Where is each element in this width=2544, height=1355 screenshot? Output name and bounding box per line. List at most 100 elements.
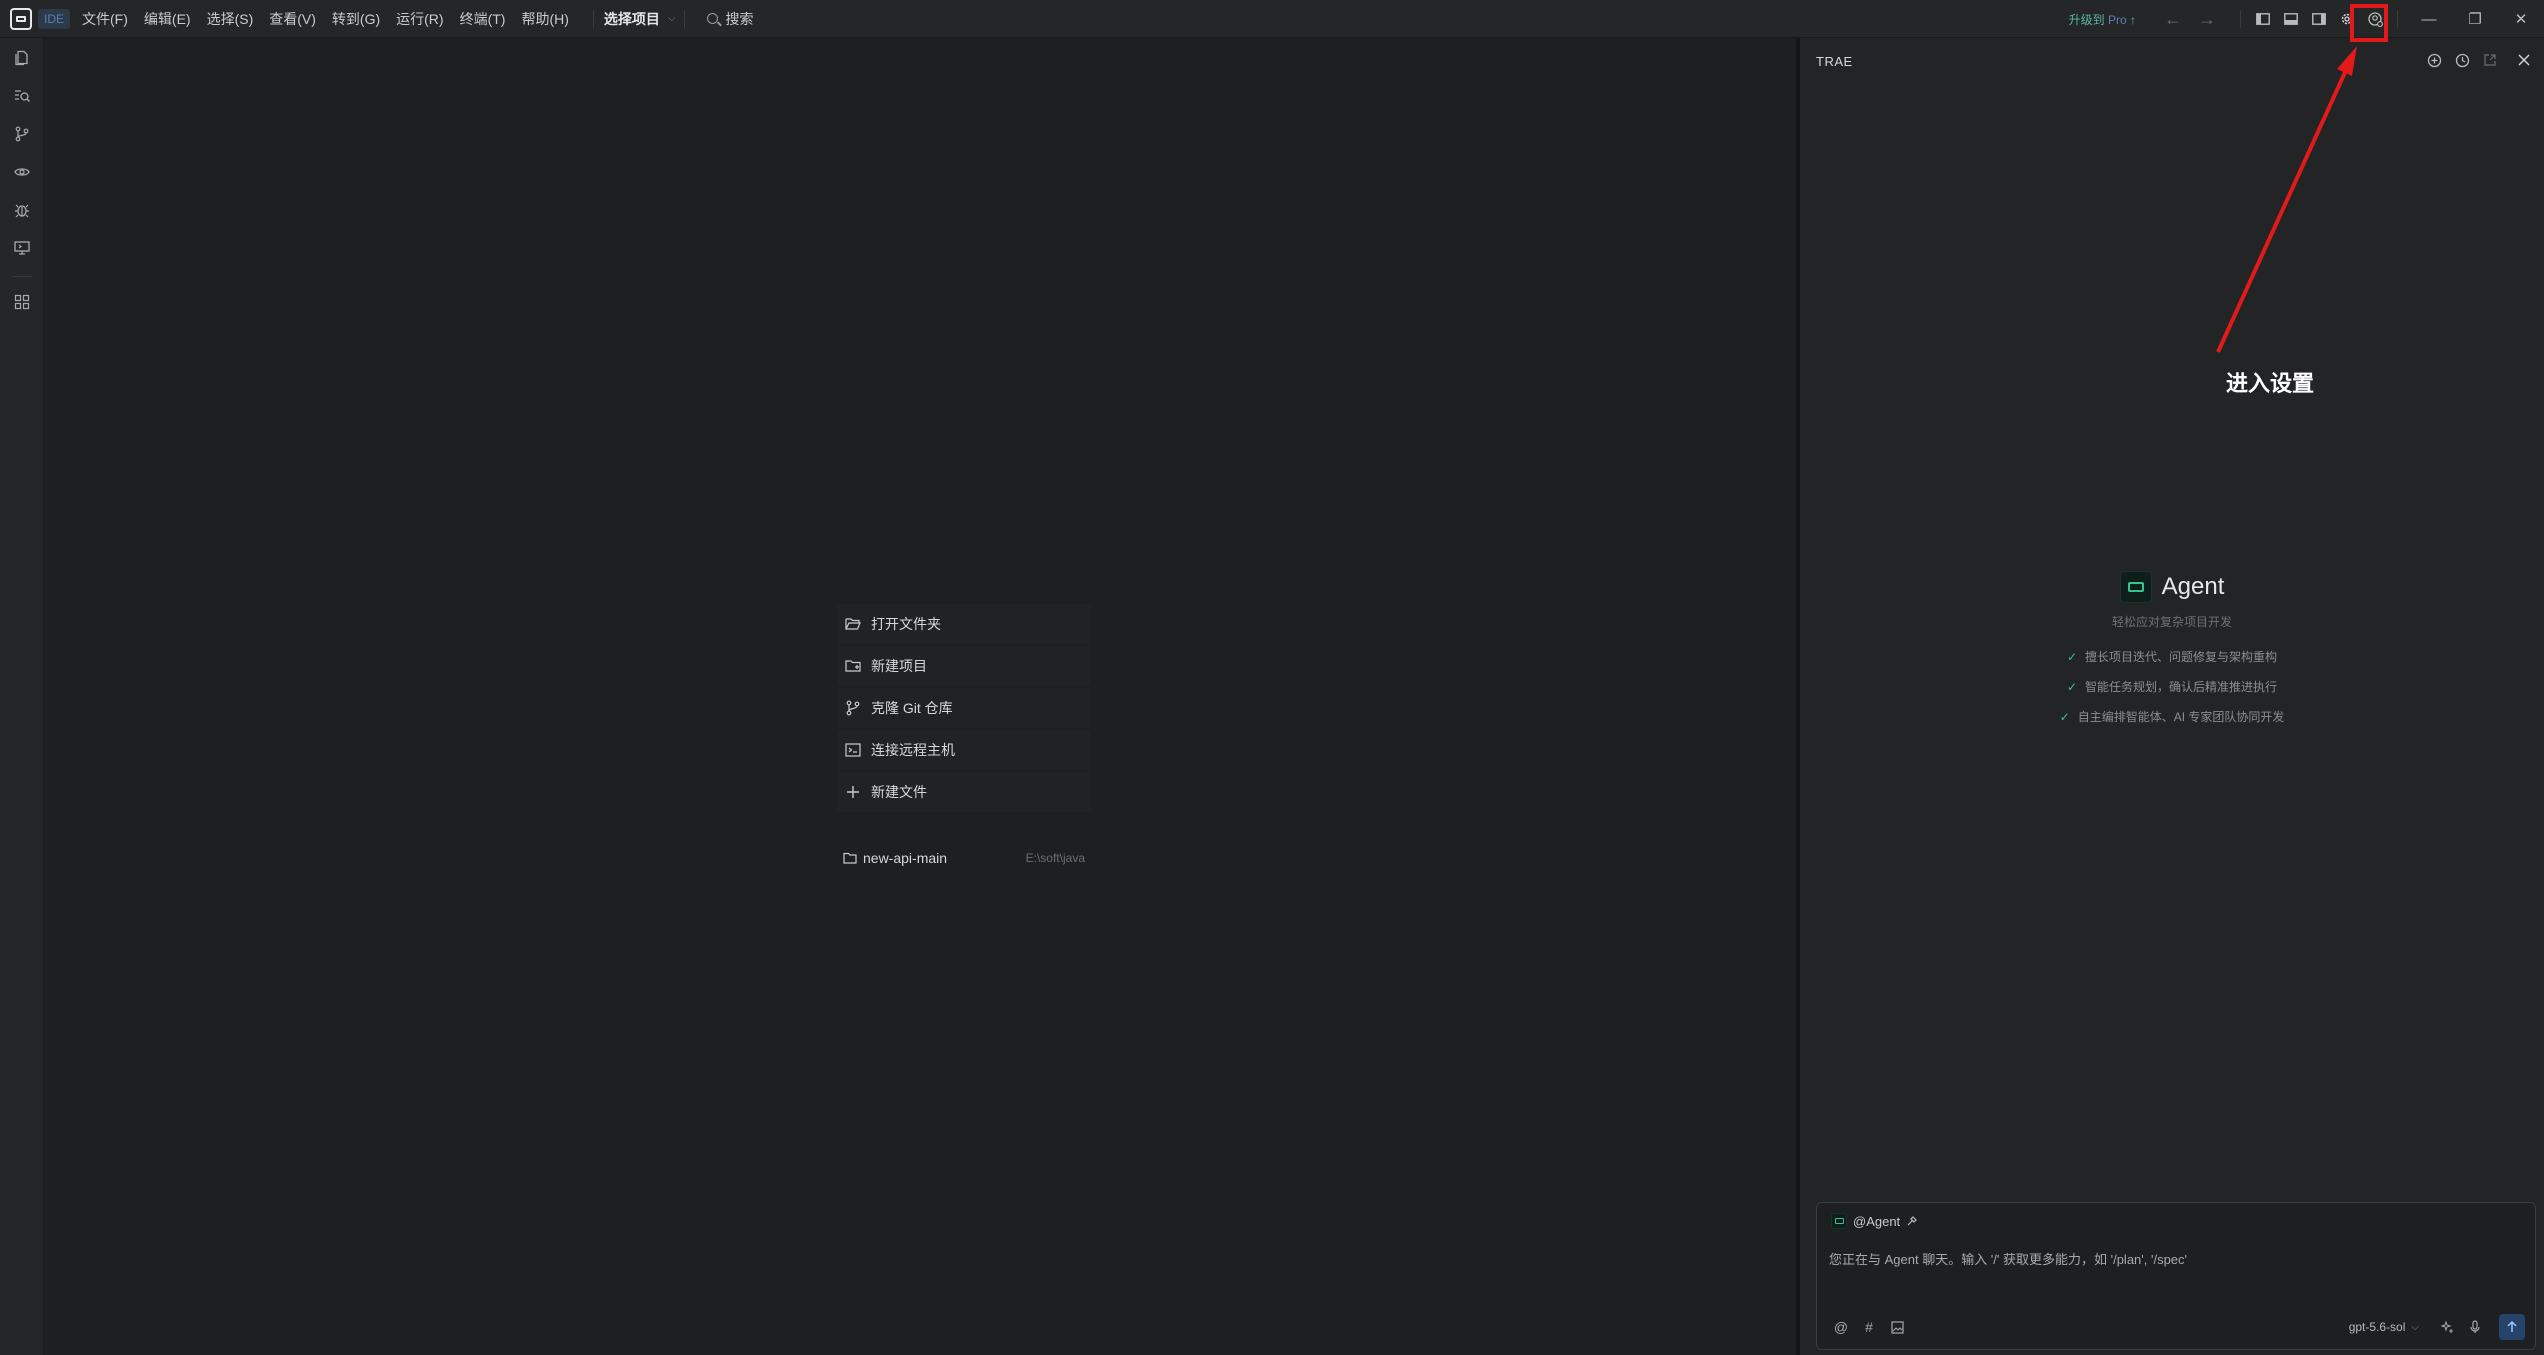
- activity-divider: [12, 276, 32, 277]
- close-window-icon[interactable]: ✕: [2498, 0, 2544, 38]
- ide-badge[interactable]: IDE: [38, 8, 71, 29]
- menu-run[interactable]: 运行(R): [396, 9, 443, 29]
- menu-bar: 文件(F) 编辑(E) 选择(S) 查看(V) 转到(G) 运行(R) 终端(T…: [82, 9, 585, 29]
- recent-project-item[interactable]: new-api-main E:\soft\java: [837, 850, 1091, 866]
- menu-go[interactable]: 转到(G): [332, 9, 380, 29]
- debug-icon[interactable]: [12, 200, 32, 220]
- agent-mention-label: @Agent: [1853, 1213, 1901, 1229]
- upgrade-pro-link[interactable]: 升级到 Pro ↑: [2069, 11, 2136, 28]
- connect-remote-button[interactable]: 连接远程主机: [837, 730, 1091, 770]
- trae-logo-icon: [10, 7, 32, 30]
- menu-terminal[interactable]: 终端(T): [460, 9, 506, 29]
- clone-git-button[interactable]: 克隆 Git 仓库: [837, 688, 1091, 728]
- remote-host-icon: [845, 743, 861, 757]
- agent-mini-icon: [1831, 1213, 1847, 1229]
- back-arrow-icon[interactable]: ←: [2164, 9, 2182, 30]
- git-branch-icon: [846, 700, 860, 716]
- open-folder-button[interactable]: 打开文件夹: [837, 604, 1091, 644]
- connect-remote-label: 连接远程主机: [871, 742, 955, 758]
- check-icon: ✓: [2059, 710, 2070, 724]
- send-button[interactable]: [2499, 1314, 2525, 1340]
- open-folder-label: 打开文件夹: [871, 616, 941, 632]
- chat-toolbar: @ # gpt-5.6-sol ⌵: [1829, 1314, 2525, 1340]
- divider: [2397, 10, 2398, 28]
- menu-edit[interactable]: 编辑(E): [144, 9, 191, 29]
- tools-icon[interactable]: [1906, 1215, 1918, 1227]
- divider: [683, 9, 685, 28]
- feature-text: 智能任务规划，确认后精准推进执行: [2085, 680, 2278, 694]
- arrow-up-icon: [2507, 1321, 2517, 1332]
- pop-out-icon[interactable]: [2476, 50, 2504, 70]
- menu-help[interactable]: 帮助(H): [521, 9, 568, 29]
- new-project-label: 新建项目: [871, 658, 927, 674]
- panel-title: TRAE: [1816, 54, 1853, 69]
- agent-intro: Agent 轻松应对复杂项目开发 ✓ 擅长项目迭代、问题修复与架构重构 ✓ 智能任务…: [1800, 571, 2544, 725]
- divider: [2240, 10, 2241, 28]
- project-selector-label: 选择项目: [603, 10, 660, 27]
- agent-name: Agent: [2161, 573, 2225, 600]
- agent-subtitle: 轻松应对复杂项目开发: [2111, 615, 2232, 629]
- folder-icon: [843, 852, 857, 864]
- menu-selection[interactable]: 选择(S): [207, 9, 254, 29]
- plus-icon: [847, 786, 859, 798]
- model-selector[interactable]: gpt-5.6-sol ⌵: [2349, 1320, 2419, 1334]
- feature-text: 自主编排智能体、AI 专家团队协同开发: [2077, 710, 2285, 724]
- upgrade-pro-label: Pro: [2107, 12, 2127, 27]
- chevron-down-icon: ⌵: [667, 13, 676, 24]
- search-box[interactable]: 搜索: [706, 9, 754, 29]
- new-project-icon: [845, 660, 861, 672]
- check-icon: ✓: [2066, 650, 2078, 664]
- activity-bar: [0, 38, 44, 1355]
- restore-icon[interactable]: ❐: [2452, 0, 2498, 38]
- project-selector[interactable]: 选择项目 ⌵: [604, 9, 676, 29]
- chevron-down-icon: ⌵: [2411, 1321, 2419, 1333]
- editor-area: 打开文件夹 新建项目 克隆 Git 仓库 连接远程主机 新建文件 new-api…: [44, 38, 1796, 1355]
- new-file-button[interactable]: 新建文件: [837, 772, 1091, 812]
- trae-side-panel: TRAE Agent 轻松应对复杂项目开发 ✓ 擅长项目迭代、问题修复与架构重构 …: [1800, 38, 2544, 1355]
- model-name: gpt-5.6-sol: [2348, 1320, 2406, 1334]
- source-control-icon[interactable]: [12, 124, 32, 144]
- clone-git-label: 克隆 Git 仓库: [871, 700, 953, 716]
- feature-item: ✓ 智能任务规划，确认后精准推进执行: [1800, 678, 2544, 695]
- forward-arrow-icon[interactable]: →: [2198, 9, 2216, 30]
- panel-actions: [2420, 50, 2544, 70]
- extensions-icon[interactable]: [12, 292, 32, 312]
- menu-view[interactable]: 查看(V): [269, 9, 316, 29]
- agent-mention-tag[interactable]: @Agent: [1831, 1213, 1918, 1229]
- upgrade-text: 升级到: [2068, 12, 2105, 27]
- sparkle-icon[interactable]: [2435, 1315, 2459, 1339]
- at-mention-icon[interactable]: @: [1829, 1315, 1853, 1339]
- chat-placeholder[interactable]: 您正在与 Agent 聊天。输入 '/' 获取更多能力，如 '/plan', '…: [1829, 1249, 2187, 1268]
- minimize-icon[interactable]: —: [2406, 0, 2452, 38]
- new-file-label: 新建文件: [871, 784, 927, 800]
- toggle-panel-icon[interactable]: [2277, 5, 2305, 33]
- image-upload-icon[interactable]: [1885, 1315, 1909, 1339]
- feature-item: ✓ 擅长项目迭代、问题修复与架构重构: [1800, 648, 2544, 665]
- menu-file[interactable]: 文件(F): [82, 9, 128, 29]
- folder-open-icon: [845, 618, 861, 630]
- chat-input-box[interactable]: @Agent 您正在与 Agent 聊天。输入 '/' 获取更多能力，如 '/p…: [1816, 1202, 2536, 1350]
- preview-eye-icon[interactable]: [12, 162, 32, 182]
- close-panel-icon[interactable]: [2504, 50, 2544, 70]
- microphone-icon[interactable]: [2463, 1315, 2487, 1339]
- search-panel-icon[interactable]: [12, 86, 32, 106]
- remote-explorer-icon[interactable]: [12, 238, 32, 258]
- feature-item: ✓ 自主编排智能体、AI 专家团队协同开发: [1800, 708, 2544, 725]
- check-icon: ✓: [2066, 680, 2078, 694]
- hash-context-icon[interactable]: #: [1857, 1315, 1881, 1339]
- toggle-secondary-sidebar-icon[interactable]: [2305, 5, 2333, 33]
- settings-highlight-box: [2350, 4, 2388, 42]
- explorer-icon[interactable]: [12, 48, 32, 68]
- annotation-label: 进入设置: [2226, 371, 2315, 396]
- title-bar-right: 升级到 Pro ↑ ← → — ❐ ✕: [2069, 0, 2544, 38]
- welcome-actions: 打开文件夹 新建项目 克隆 Git 仓库 连接远程主机 新建文件: [837, 604, 1091, 814]
- history-icon[interactable]: [2448, 50, 2476, 70]
- new-chat-icon[interactable]: [2420, 50, 2448, 70]
- new-project-button[interactable]: 新建项目: [837, 646, 1091, 686]
- search-label: 搜索: [725, 10, 754, 27]
- agent-header: Agent: [1800, 571, 2544, 603]
- toggle-sidebar-icon[interactable]: [2249, 5, 2277, 33]
- divider: [592, 9, 594, 28]
- recent-project-path: E:\soft\java: [1025, 851, 1085, 865]
- feature-text: 擅长项目迭代、问题修复与架构重构: [2085, 650, 2278, 664]
